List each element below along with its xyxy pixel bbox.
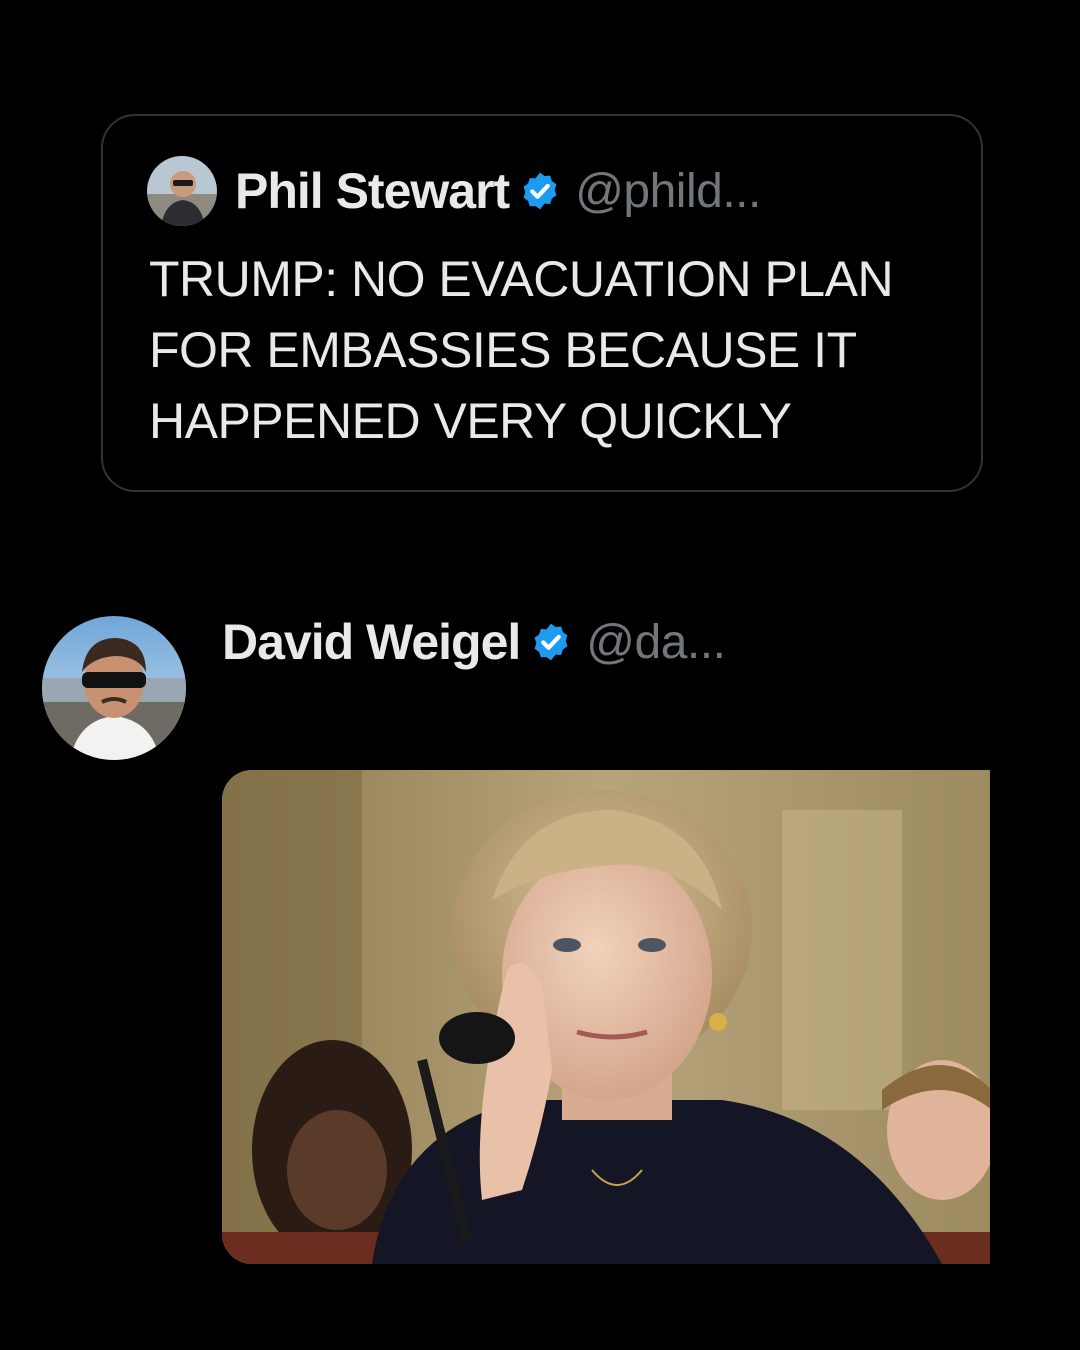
quoted-tweet-card[interactable]: Phil Stewart @phild... TRUMP: NO EVACUAT… <box>101 114 983 492</box>
tweet-media-photo[interactable] <box>222 770 990 1264</box>
phil-stewart-avatar[interactable] <box>147 156 217 226</box>
david-weigel-avatar[interactable] <box>42 616 186 760</box>
quoted-tweet-text: TRUMP: NO EVACUATION PLAN FOR EMBASSIES … <box>149 251 894 449</box>
verified-badge-icon <box>530 621 572 663</box>
verified-badge-icon <box>519 170 561 212</box>
quoted-tweet-header: Phil Stewart @phild... <box>147 156 761 226</box>
reply-author-handle[interactable]: @da... <box>586 615 726 670</box>
quoted-author-handle[interactable]: @phild... <box>575 164 761 219</box>
reply-tweet-header: David Weigel @da... <box>222 610 726 674</box>
quoted-author-name[interactable]: Phil Stewart <box>235 162 510 220</box>
reply-author-name[interactable]: David Weigel <box>222 613 521 671</box>
